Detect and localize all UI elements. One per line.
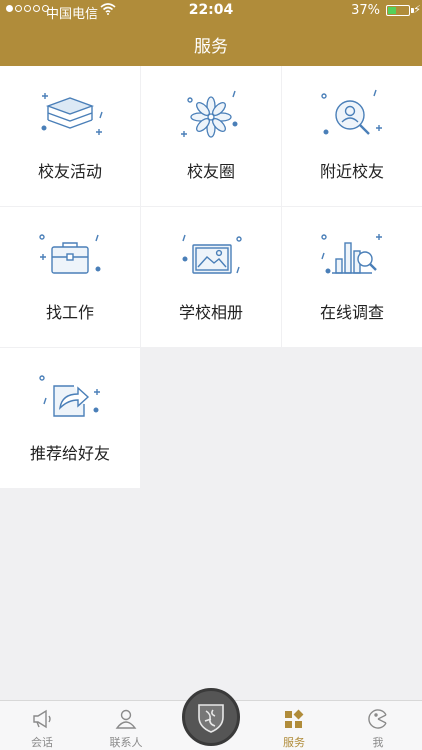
service-label: 学校相册 (178, 303, 243, 322)
top-bar: 中国电信 22:04 37% ⚡ 服务 (0, 0, 422, 66)
user-search-icon (321, 89, 382, 135)
service-nearby-alumni[interactable]: 附近校友 (282, 66, 422, 206)
tab-contacts[interactable]: 联系人 (84, 701, 168, 750)
service-alumni-activity[interactable]: 校友活动 (0, 66, 140, 206)
service-recommend-friend[interactable]: 推荐给好友 (0, 348, 140, 488)
profile-icon (368, 709, 387, 729)
megaphone-icon (33, 709, 51, 729)
share-icon (39, 375, 100, 417)
tab-label: 服务 (283, 736, 305, 749)
service-find-job[interactable]: 找工作 (0, 207, 140, 347)
service-label: 校友圈 (186, 162, 235, 181)
school-emblem-icon (198, 704, 224, 733)
chart-search-icon (321, 234, 382, 274)
briefcase-icon (39, 234, 101, 274)
tab-label: 会话 (31, 736, 53, 749)
tab-me[interactable]: 我 (336, 701, 420, 750)
service-label: 校友活动 (37, 162, 102, 181)
battery-icon (386, 5, 410, 16)
status-bar: 中国电信 22:04 37% ⚡ (0, 0, 422, 22)
service-alumni-circle[interactable]: 校友圈 (141, 66, 281, 206)
page-title: 服务 (194, 37, 228, 57)
service-label: 推荐给好友 (29, 444, 110, 463)
tab-services[interactable]: 服务 (252, 701, 336, 750)
battery-percent: 37% (351, 3, 380, 18)
tab-label: 联系人 (109, 736, 143, 749)
service-school-album[interactable]: 学校相册 (141, 207, 281, 347)
person-icon (115, 709, 137, 729)
layers-icon (41, 93, 103, 135)
apps-icon (285, 709, 304, 728)
charging-icon: ⚡ (413, 3, 421, 16)
center-emblem-button[interactable] (182, 688, 240, 746)
flower-icon (181, 90, 238, 138)
service-label: 在线调查 (319, 303, 384, 322)
service-label: 附近校友 (319, 162, 384, 181)
service-label: 找工作 (45, 303, 94, 322)
tab-chat[interactable]: 会话 (0, 701, 84, 750)
service-online-survey[interactable]: 在线调查 (282, 207, 422, 347)
photo-album-icon (182, 234, 242, 274)
tab-label: 我 (372, 736, 384, 749)
